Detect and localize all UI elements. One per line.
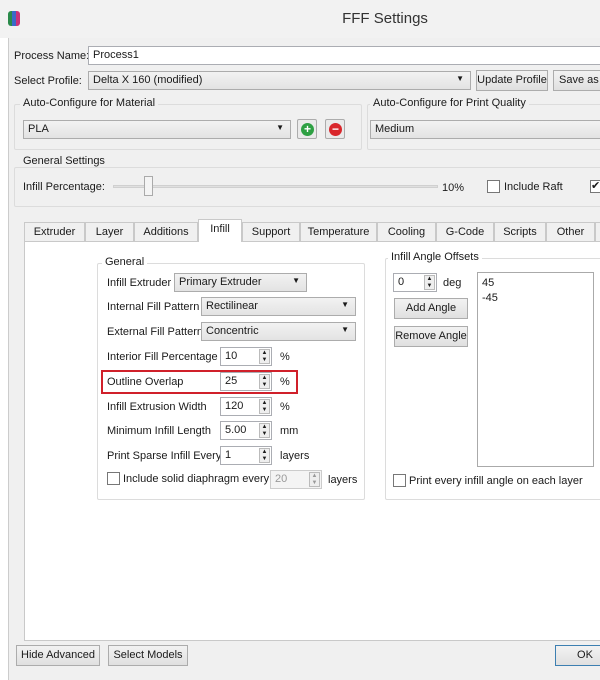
infill-slider-track[interactable] — [113, 185, 438, 188]
infill-row-value: 5.00 — [225, 424, 247, 436]
internal-fill-value: Rectilinear — [206, 300, 258, 312]
angle-spinbox[interactable]: 0 ▲ ▼ — [393, 273, 437, 292]
quality-select[interactable]: Medium — [370, 120, 600, 139]
tab-additions[interactable]: Additions — [134, 222, 198, 242]
process-name-input[interactable]: Process1 — [88, 46, 600, 65]
angle-offsets-title: Infill Angle Offsets — [388, 251, 482, 263]
infill-row-unit: layers — [280, 450, 310, 462]
angle-list[interactable]: 45 -45 — [477, 272, 594, 467]
profile-select[interactable]: Delta X 160 (modified) ▼ — [88, 71, 471, 90]
infill-row-label: Interior Fill Percentage — [107, 351, 218, 363]
chevron-down-icon: ▼ — [276, 123, 284, 132]
infill-row-label: Minimum Infill Length — [107, 425, 211, 437]
infill-row-spinbox[interactable]: 1 ▲ ▼ — [220, 446, 272, 465]
include-raft-label: Include Raft — [504, 181, 563, 193]
infill-row-spinbox[interactable]: 5.00 ▲ ▼ — [220, 421, 272, 440]
infill-percentage-value: 10% — [442, 182, 465, 194]
tab-support[interactable]: Support — [242, 222, 300, 242]
solid-diaphragm-checkbox[interactable] — [107, 472, 120, 485]
spin-arrows-icon[interactable]: ▲ ▼ — [309, 472, 320, 487]
chevron-down-icon: ▼ — [341, 325, 349, 334]
infill-row-unit: % — [280, 401, 290, 413]
material-select[interactable]: PLA ▼ — [23, 120, 291, 139]
print-every-angle-label: Print every infill angle on each layer — [409, 475, 583, 487]
profile-value: Delta X 160 (modified) — [93, 74, 203, 86]
infill-percentage-label: Infill Percentage: — [23, 181, 105, 193]
angle-unit: deg — [443, 277, 462, 289]
diaphragm-unit: layers — [328, 474, 358, 486]
tab-layer[interactable]: Layer — [85, 222, 134, 242]
add-angle-button[interactable]: Add Angle — [394, 298, 468, 319]
infill-extruder-label: Infill Extruder — [107, 277, 172, 289]
title-bar: FFF Settings — [0, 0, 600, 38]
tab-infill[interactable]: Infill — [198, 219, 242, 242]
infill-row-value: 10 — [225, 350, 238, 362]
chevron-down-icon: ▼ — [341, 300, 349, 309]
plus-icon: + — [301, 123, 314, 136]
chevron-down-icon: ▼ — [292, 276, 300, 285]
infill-general-title: General — [102, 256, 148, 268]
spin-arrows-icon[interactable]: ▲ ▼ — [259, 448, 270, 463]
tab-more[interactable] — [595, 222, 600, 242]
external-fill-label: External Fill Pattern — [107, 326, 203, 338]
spin-arrows-icon[interactable]: ▲ ▼ — [259, 349, 270, 364]
outline-overlap-highlight — [101, 370, 298, 394]
material-group-title: Auto-Configure for Material — [20, 97, 159, 109]
angle-value: 0 — [398, 276, 405, 288]
quality-group-title: Auto-Configure for Print Quality — [370, 97, 529, 109]
external-fill-select[interactable]: Concentric ▼ — [201, 322, 356, 341]
remove-angle-button[interactable]: Remove Angle — [394, 326, 468, 347]
hide-advanced-button[interactable]: Hide Advanced — [16, 645, 100, 666]
infill-row-value: 1 — [225, 449, 232, 461]
infill-row-spinbox[interactable]: 10 ▲ ▼ — [220, 347, 272, 366]
print-every-angle-checkbox[interactable] — [393, 474, 406, 487]
save-as-button[interactable]: Save as — [553, 70, 600, 91]
window-title: FFF Settings — [342, 10, 428, 27]
tab-extruder[interactable]: Extruder — [24, 222, 85, 242]
infill-extruder-select[interactable]: Primary Extruder ▼ — [174, 273, 307, 292]
infill-row-spinbox[interactable]: 120 ▲ ▼ — [220, 397, 272, 416]
process-name-label: Process Name: — [14, 50, 90, 62]
checked-checkbox[interactable]: ✔ — [590, 180, 600, 193]
spin-arrows-icon[interactable]: ▲ ▼ — [259, 399, 270, 414]
external-fill-value: Concentric — [206, 325, 259, 337]
infill-row-value: 120 — [225, 400, 244, 412]
select-profile-label: Select Profile: — [14, 75, 82, 87]
solid-diaphragm-label: Include solid diaphragm every — [123, 473, 270, 485]
tab-other[interactable]: Other — [546, 222, 595, 242]
diaphragm-spinbox[interactable]: 20 ▲ ▼ — [270, 470, 322, 489]
spin-arrows-icon[interactable]: ▲ ▼ — [259, 423, 270, 438]
infill-row-unit: % — [280, 351, 290, 363]
include-raft-checkbox[interactable] — [487, 180, 500, 193]
general-settings-title: General Settings — [20, 155, 108, 167]
infill-extruder-value: Primary Extruder — [179, 276, 262, 288]
chevron-down-icon: ▼ — [456, 74, 464, 83]
spin-arrows-icon[interactable]: ▲ ▼ — [424, 275, 435, 290]
infill-row-label: Print Sparse Infill Every — [107, 450, 222, 462]
tab-cooling[interactable]: Cooling — [377, 222, 436, 242]
tab-scripts[interactable]: Scripts — [494, 222, 546, 242]
infill-slider-thumb[interactable] — [144, 176, 153, 196]
select-models-button[interactable]: Select Models — [108, 645, 188, 666]
tab-gcode[interactable]: G-Code — [436, 222, 494, 242]
infill-row-label: Infill Extrusion Width — [107, 401, 207, 413]
minus-icon: − — [329, 123, 342, 136]
internal-fill-label: Internal Fill Pattern — [107, 301, 200, 313]
tab-temperature[interactable]: Temperature — [300, 222, 377, 242]
add-material-button[interactable]: + — [297, 119, 317, 139]
angle-list-item[interactable]: 45 — [482, 276, 589, 291]
material-value: PLA — [28, 123, 49, 135]
remove-material-button[interactable]: − — [325, 119, 345, 139]
infill-row-unit: mm — [280, 425, 299, 437]
update-profile-button[interactable]: Update Profile — [476, 70, 548, 91]
diaphragm-value: 20 — [275, 473, 288, 485]
internal-fill-select[interactable]: Rectilinear ▼ — [201, 297, 356, 316]
angle-list-item[interactable]: -45 — [482, 291, 589, 306]
ok-button[interactable]: OK — [555, 645, 600, 666]
